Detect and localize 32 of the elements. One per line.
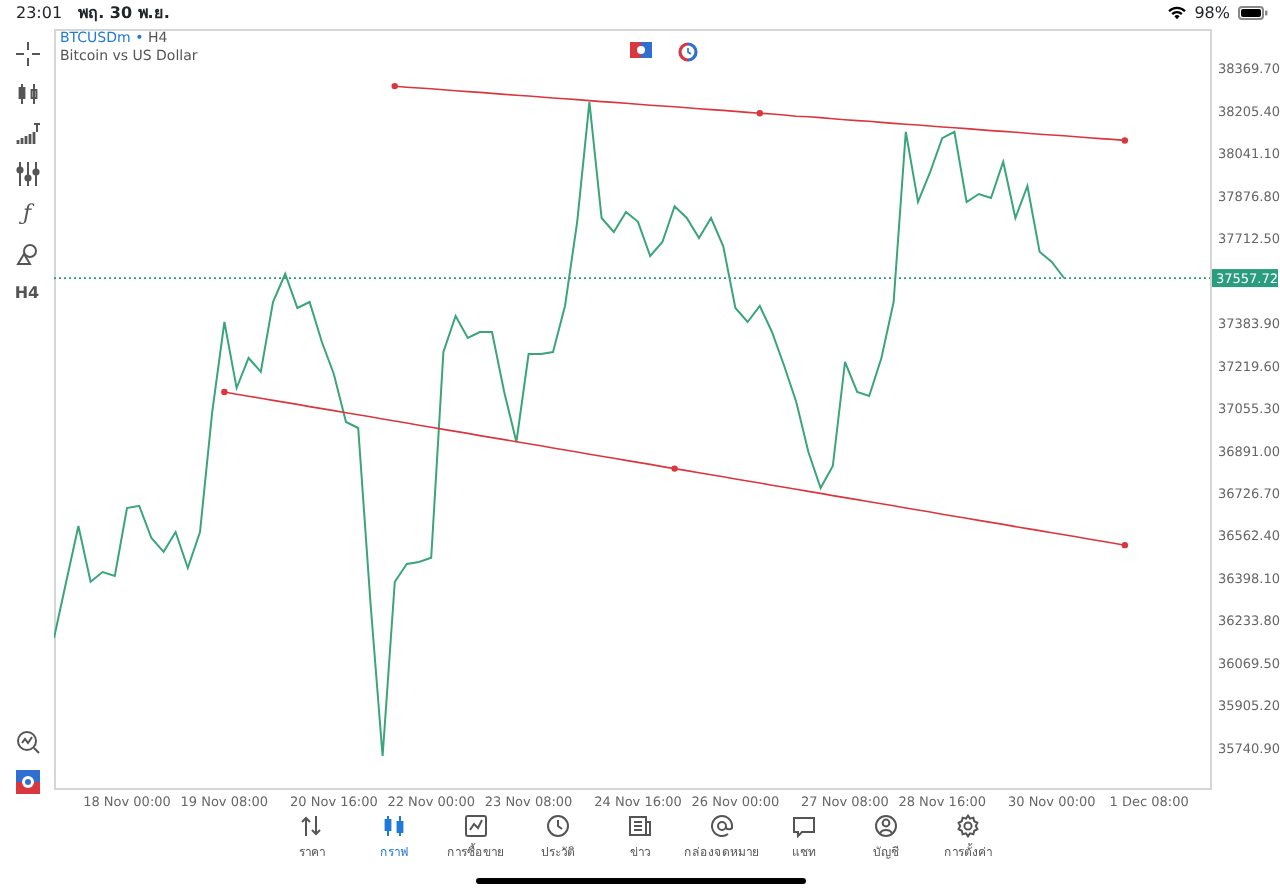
app-logo-icon[interactable]	[15, 770, 39, 794]
battery-percent: 98%	[1194, 1, 1230, 25]
point	[1121, 541, 1129, 549]
indicators-glyph[interactable]: ƒ	[22, 202, 32, 226]
sliders-icon[interactable]	[15, 162, 39, 186]
clock-icon[interactable]	[678, 42, 698, 62]
status-date: พฤ. 30 พ.ย.	[78, 1, 170, 25]
one-click-trading-icon[interactable]	[630, 42, 652, 58]
point	[391, 82, 398, 90]
point	[756, 110, 763, 117]
history-icon	[546, 814, 570, 838]
point	[1121, 137, 1129, 144]
crosshair-icon[interactable]	[15, 42, 39, 66]
trend-line[interactable]	[391, 82, 1128, 144]
shapes-icon[interactable]	[15, 242, 39, 266]
timeframe-button[interactable]: H4	[14, 282, 40, 306]
battery-icon	[1238, 6, 1268, 20]
chart-search-icon[interactable]	[15, 730, 39, 754]
point	[671, 465, 678, 472]
chat-icon	[792, 814, 816, 838]
candlestick-icon	[382, 814, 406, 838]
wifi-icon	[1168, 6, 1187, 20]
settings-icon	[956, 814, 980, 838]
at-sign-icon	[710, 814, 734, 838]
newspaper-icon	[628, 814, 652, 838]
account-icon	[874, 814, 898, 838]
point	[221, 388, 228, 396]
candlestick-icon[interactable]	[15, 82, 39, 106]
line-chart-icon	[464, 814, 488, 838]
clock-time: 23:01	[16, 1, 63, 25]
arrows-icon	[300, 814, 324, 838]
bar-chart-icon[interactable]	[15, 122, 39, 146]
